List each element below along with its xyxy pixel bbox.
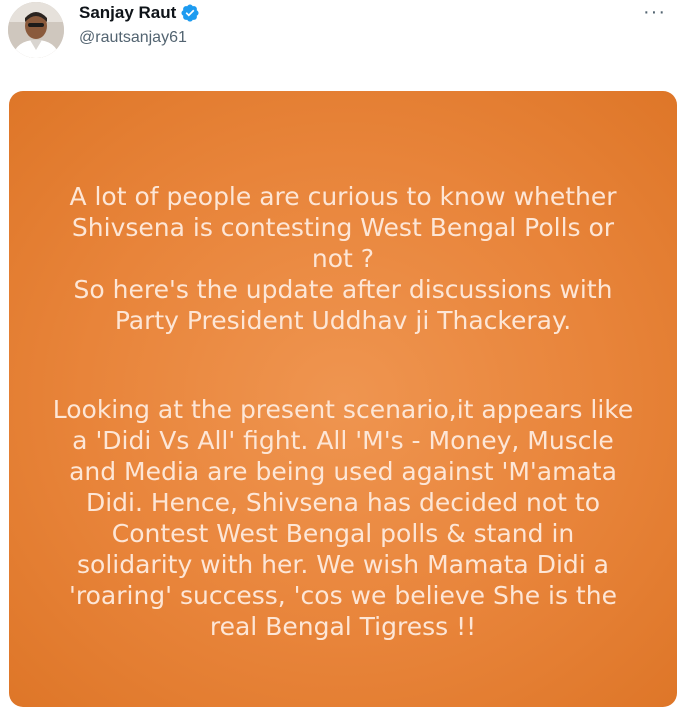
profile-photo-icon — [8, 2, 64, 58]
tweet-image[interactable]: A lot of people are curious to know whet… — [9, 91, 677, 707]
tweet-header: Sanjay Raut @rautsanjay61 ··· — [0, 0, 678, 70]
author-handle[interactable]: @rautsanjay61 — [79, 29, 187, 47]
author-name-row: Sanjay Raut — [79, 3, 200, 23]
more-options-icon[interactable]: ··· — [643, 2, 666, 22]
author-display-name[interactable]: Sanjay Raut — [79, 3, 176, 23]
image-text-paragraph-2: Looking at the present scenario,it appea… — [52, 395, 634, 641]
verified-badge-icon — [180, 3, 200, 23]
image-text-paragraph-1: A lot of people are curious to know whet… — [69, 182, 617, 335]
avatar[interactable] — [8, 2, 64, 58]
